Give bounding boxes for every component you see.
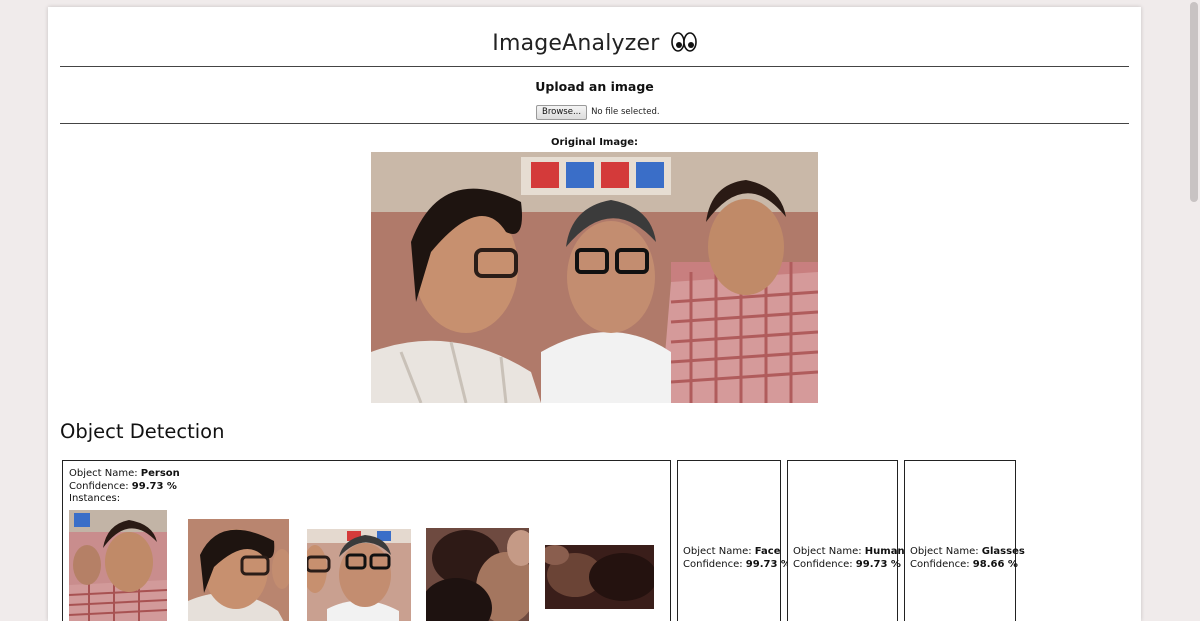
- instance-thumbnail: [426, 528, 529, 621]
- instance-thumbnail: [188, 519, 289, 621]
- confidence-value: 99.73 %: [131, 480, 177, 492]
- detection-info: Object Name: Face Confidence: 99.73 %: [683, 546, 791, 571]
- object-name-label: Object Name:: [69, 468, 141, 479]
- detection-card-glasses: Object Name: Glasses Confidence: 98.66 %: [904, 460, 1025, 621]
- eyes-icon: [670, 31, 697, 59]
- instance-thumbnail: [545, 545, 654, 609]
- page-scrollbar[interactable]: [1187, 0, 1200, 621]
- instance-thumbnail: [69, 510, 167, 621]
- detection-info: Object Name: Human Confidence: 99.73 %: [793, 546, 905, 571]
- detection-card-human: Object Name: Human Confidence: 99.73 %: [787, 460, 905, 621]
- original-image: [371, 152, 818, 403]
- detection-info: Object Name: Person Confidence: 99.73 % …: [69, 468, 180, 506]
- file-input[interactable]: Browse... No file selected.: [536, 104, 660, 120]
- object-name-label: Object Name:: [910, 546, 982, 557]
- object-name: Person: [140, 468, 180, 479]
- object-name: Human: [864, 546, 905, 557]
- header-divider: [60, 66, 1129, 67]
- object-name: Face: [754, 546, 781, 557]
- confidence-label: Confidence:: [793, 558, 856, 570]
- confidence-label: Confidence:: [910, 558, 973, 570]
- confidence-value: 99.73 %: [855, 558, 901, 570]
- instance-thumbnail: [307, 529, 411, 621]
- object-name-label: Object Name:: [683, 546, 755, 557]
- confidence-value: 99.73 %: [745, 558, 791, 570]
- confidence-label: Confidence:: [69, 480, 132, 492]
- instances-label: Instances:: [69, 493, 121, 504]
- upload-heading: Upload an image: [535, 79, 654, 94]
- main-card: ImageAnalyzer Upload an image Browse... …: [48, 7, 1141, 621]
- object-name-label: Object Name:: [793, 546, 865, 557]
- object-detection-title: Object Detection: [60, 420, 225, 443]
- upload-divider: [60, 123, 1129, 124]
- confidence-label: Confidence:: [683, 558, 746, 570]
- scrollbar-thumb[interactable]: [1190, 2, 1198, 202]
- object-name: Glasses: [981, 546, 1025, 557]
- file-status: No file selected.: [591, 107, 660, 117]
- app-title: ImageAnalyzer: [492, 31, 660, 56]
- detection-card-face: Object Name: Face Confidence: 99.73 %: [677, 460, 791, 621]
- confidence-value: 98.66 %: [972, 558, 1018, 570]
- app-header: ImageAnalyzer: [48, 31, 1141, 59]
- browse-button[interactable]: Browse...: [536, 104, 588, 120]
- detection-card-person: Object Name: Person Confidence: 99.73 % …: [62, 460, 671, 621]
- original-image-label: Original Image:: [550, 137, 639, 148]
- detection-info: Object Name: Glasses Confidence: 98.66 %: [910, 546, 1025, 571]
